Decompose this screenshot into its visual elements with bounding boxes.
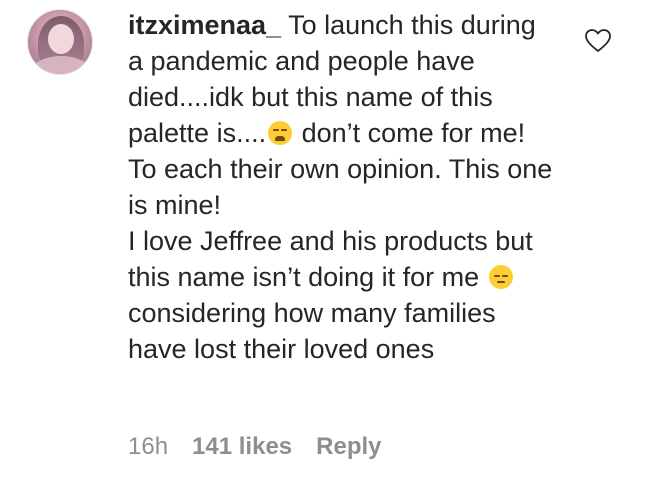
- comment-username[interactable]: itzximenaa_: [128, 10, 281, 40]
- avatar[interactable]: [27, 9, 93, 75]
- avatar-face: [48, 24, 74, 54]
- comment-likes[interactable]: 141 likes: [192, 432, 292, 462]
- comment-body: itzximenaa_ To launch this during a pand…: [128, 7, 558, 367]
- heart-icon[interactable]: [585, 29, 611, 53]
- tired-face-icon: [268, 121, 293, 145]
- comment-time[interactable]: 16h: [128, 432, 168, 462]
- comment: itzximenaa_ To launch this during a pand…: [0, 0, 654, 492]
- pensive-face-icon: [488, 265, 513, 289]
- comment-text-part3: I love Jeffree and his products but this…: [128, 226, 533, 292]
- reply-button[interactable]: Reply: [316, 432, 381, 462]
- comment-text-part4: considering how many families have lost …: [128, 298, 496, 364]
- comment-meta: 16h 141 likes Reply: [128, 432, 382, 462]
